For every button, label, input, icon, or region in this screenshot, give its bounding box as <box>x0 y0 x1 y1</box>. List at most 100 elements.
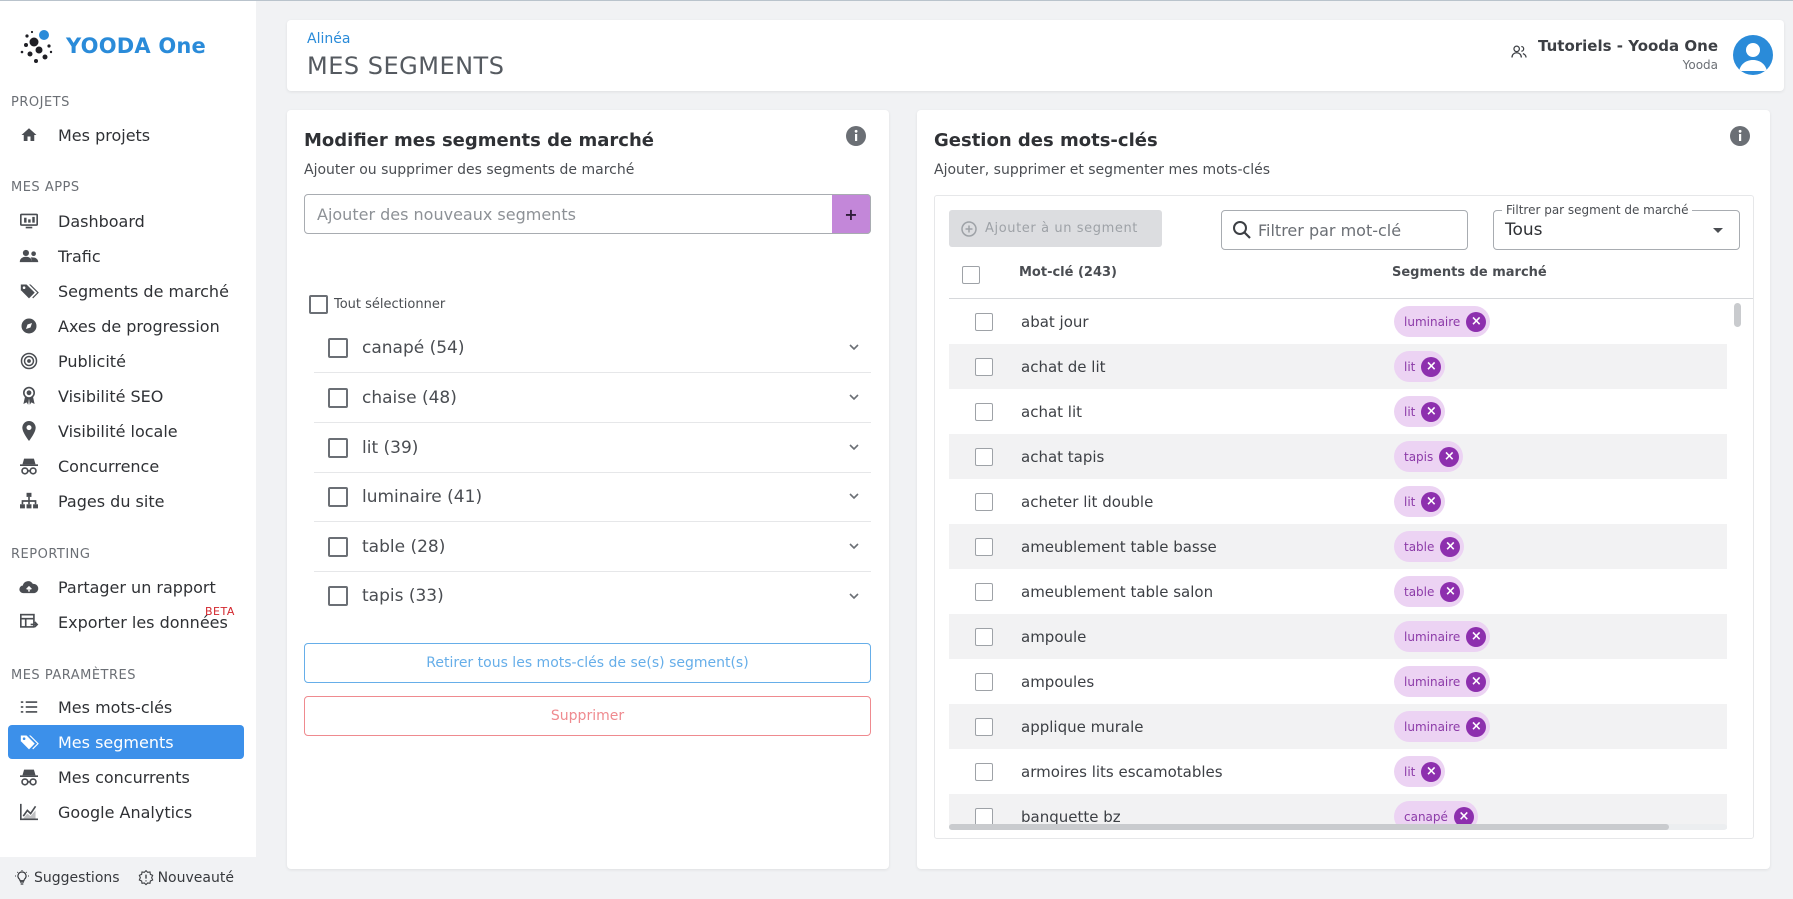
close-icon[interactable]: × <box>1439 446 1460 467</box>
column-header-segments[interactable]: Segments de marché <box>1392 265 1547 280</box>
chevron-down-icon[interactable] <box>849 394 859 401</box>
row-checkbox[interactable] <box>975 447 993 466</box>
close-icon[interactable]: × <box>1421 761 1442 782</box>
vertical-scrollbar[interactable] <box>1731 299 1745 829</box>
sidebar-item-mes-concurrents[interactable]: Mes concurrents <box>8 760 244 794</box>
sidebar-item-segments-de-marche[interactable]: Segments de marché <box>8 274 244 308</box>
news-link[interactable]: Nouveauté <box>138 870 234 886</box>
table-row[interactable]: achat lit lit × <box>949 389 1727 434</box>
table-row[interactable]: ampoule luminaire × <box>949 614 1727 659</box>
chevron-down-icon[interactable] <box>849 592 859 600</box>
chevron-down-icon[interactable] <box>849 493 859 500</box>
segment-row[interactable]: canapé (54) <box>314 323 871 373</box>
sidebar-item-concurrence[interactable]: Concurrence <box>8 449 244 483</box>
table-row[interactable]: armoires lits escamotables lit × <box>949 749 1727 794</box>
add-segment-button[interactable]: + <box>832 194 871 234</box>
user-group-icon[interactable] <box>1511 44 1527 63</box>
brand-logo[interactable]: YOODA One <box>18 27 206 65</box>
segments-edit-panel: Modifier mes segments de marché Ajouter … <box>287 110 889 869</box>
close-icon[interactable]: × <box>1440 536 1461 557</box>
row-checkbox[interactable] <box>975 402 993 421</box>
info-icon[interactable] <box>845 125 867 147</box>
select-all-keywords-checkbox[interactable] <box>962 266 980 284</box>
sidebar-item-label: Pages du site <box>58 491 165 511</box>
chevron-down-icon[interactable] <box>849 444 859 451</box>
delete-button[interactable]: Supprimer <box>304 696 871 736</box>
table-row[interactable]: applique murale luminaire × <box>949 704 1727 749</box>
segment-checkbox[interactable] <box>328 586 348 606</box>
dashboard-icon <box>18 210 40 232</box>
add-to-segment-button[interactable]: Ajouter à un segment <box>949 210 1162 247</box>
keywords-table-body: abat jour luminaire × achat de lit lit × a… <box>949 299 1727 829</box>
segment-filter-select[interactable]: Filtrer par segment de marché Tous <box>1493 203 1740 250</box>
remove-keywords-button[interactable]: Retirer tous les mots-clés de se(s) segm… <box>304 643 871 683</box>
segment-checkbox[interactable] <box>328 536 348 557</box>
segment-row[interactable]: chaise (48) <box>314 373 871 423</box>
segment-row[interactable]: table (28) <box>314 522 871 572</box>
sidebar-item-pages-du-site[interactable]: Pages du site <box>8 484 244 518</box>
new-segment-input[interactable] <box>304 194 871 234</box>
breadcrumb[interactable]: Alinéa <box>307 31 350 47</box>
segment-checkbox[interactable] <box>328 437 348 458</box>
segment-checkbox[interactable] <box>328 486 348 507</box>
chevron-down-icon[interactable] <box>849 543 859 550</box>
segment-row[interactable]: tapis (33) <box>314 571 871 621</box>
row-checkbox[interactable] <box>975 762 993 781</box>
avatar[interactable] <box>1733 35 1773 75</box>
segment-filter-value: Tous <box>1505 220 1543 240</box>
horizontal-scrollbar[interactable] <box>949 822 1727 832</box>
segment-chip: lit × <box>1394 756 1446 787</box>
chevron-down-icon[interactable] <box>849 344 859 351</box>
sidebar-item-axes-de-progression[interactable]: Axes de progression <box>8 309 244 343</box>
segment-chip-label: lit <box>1404 404 1416 419</box>
table-row[interactable]: ameublement table basse table × <box>949 524 1727 569</box>
select-all-checkbox[interactable]: Tout sélectionner <box>309 295 445 314</box>
search-icon <box>1233 221 1251 239</box>
sidebar-item-dashboard[interactable]: Dashboard <box>8 204 244 238</box>
close-icon[interactable]: × <box>1421 401 1442 422</box>
scrollbar-thumb[interactable] <box>1734 303 1741 327</box>
sidebar-item-publicite[interactable]: Publicité <box>8 344 244 378</box>
row-checkbox[interactable] <box>975 312 993 331</box>
close-icon[interactable]: × <box>1421 491 1442 512</box>
row-checkbox[interactable] <box>975 492 993 511</box>
close-icon[interactable]: × <box>1466 716 1487 737</box>
sidebar-item-partager-un-rapport[interactable]: Partager un rapport <box>8 570 244 604</box>
sidebar-item-mes-projets[interactable]: Mes projets <box>8 118 244 152</box>
table-row[interactable]: achat de lit lit × <box>949 344 1727 389</box>
close-icon[interactable]: × <box>1466 626 1487 647</box>
column-header-keyword[interactable]: Mot-clé (243) <box>1019 265 1117 280</box>
scrollbar-thumb[interactable] <box>949 824 1669 830</box>
segment-chip: luminaire × <box>1394 306 1491 337</box>
sidebar-item-visibilite-seo[interactable]: Visibilité SEO <box>8 379 244 413</box>
segment-row[interactable]: lit (39) <box>314 423 871 473</box>
row-checkbox[interactable] <box>975 717 993 736</box>
row-checkbox[interactable] <box>975 357 993 376</box>
table-row[interactable]: ampoules luminaire × <box>949 659 1727 704</box>
checkbox[interactable] <box>309 295 328 314</box>
keyword-search[interactable] <box>1221 210 1468 250</box>
row-checkbox[interactable] <box>975 627 993 646</box>
close-icon[interactable]: × <box>1421 356 1442 377</box>
table-row[interactable]: achat tapis tapis × <box>949 434 1727 479</box>
sidebar-item-google-analytics[interactable]: Google Analytics <box>8 795 244 829</box>
keyword-search-input[interactable] <box>1258 220 1458 240</box>
segment-checkbox[interactable] <box>328 337 348 358</box>
row-checkbox[interactable] <box>975 582 993 601</box>
close-icon[interactable]: × <box>1466 671 1487 692</box>
sidebar-item-trafic[interactable]: Trafic <box>8 239 244 273</box>
close-icon[interactable]: × <box>1440 581 1461 602</box>
row-checkbox[interactable] <box>975 537 993 556</box>
info-icon[interactable] <box>1729 125 1751 147</box>
close-icon[interactable]: × <box>1466 311 1487 332</box>
sidebar-item-mes-segments[interactable]: Mes segments <box>8 725 244 759</box>
sidebar-item-visibilite-locale[interactable]: Visibilité locale <box>8 414 244 448</box>
table-row[interactable]: ameublement table salon table × <box>949 569 1727 614</box>
segment-checkbox[interactable] <box>328 387 348 408</box>
sidebar-item-mes-mots-cles[interactable]: Mes mots-clés <box>8 690 244 724</box>
suggestions-link[interactable]: Suggestions <box>14 870 120 886</box>
row-checkbox[interactable] <box>975 672 993 691</box>
table-row[interactable]: acheter lit double lit × <box>949 479 1727 524</box>
table-row[interactable]: abat jour luminaire × <box>949 299 1727 344</box>
segment-row[interactable]: luminaire (41) <box>314 472 871 522</box>
